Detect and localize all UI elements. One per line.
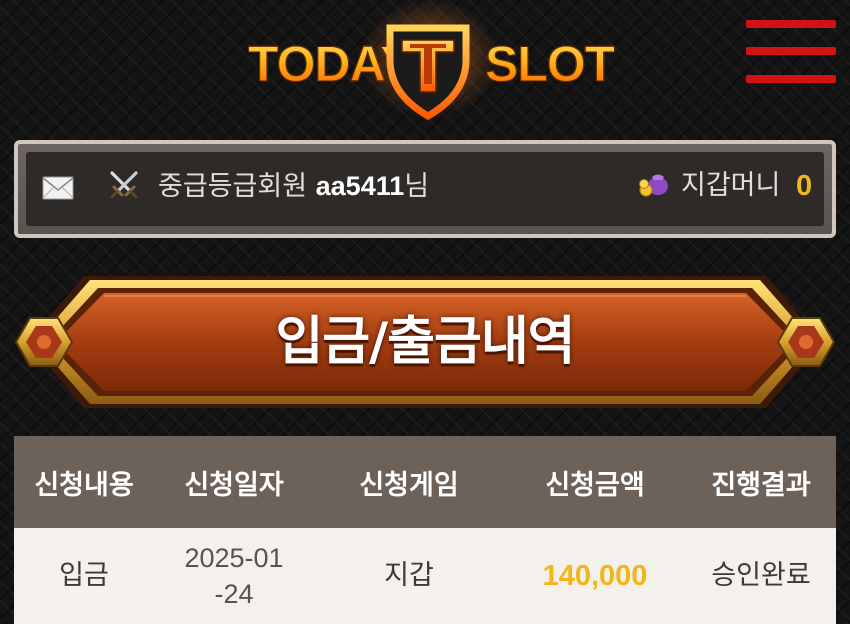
username: aa5411 bbox=[315, 171, 405, 201]
table-row[interactable]: 입금 2025-01-24 지갑 140,000 승인완료 bbox=[14, 528, 836, 624]
column-header-request-game: 신청게임 bbox=[314, 436, 504, 528]
cell-request-date: 2025-01-24 bbox=[154, 528, 314, 624]
column-header-request-amount: 신청금액 bbox=[504, 436, 686, 528]
page-title-banner: 입금/출금내역 bbox=[14, 272, 836, 412]
username-honorific: 님 bbox=[404, 171, 430, 202]
member-grade-label: 중급등급회원 bbox=[158, 171, 308, 202]
coin-bag-icon bbox=[639, 174, 668, 197]
column-header-request-type: 신청내용 bbox=[14, 436, 154, 528]
cell-request-game: 지갑 bbox=[314, 528, 504, 624]
user-info-bar: 중급등급회원 aa5411님 지갑머니 0 bbox=[14, 140, 836, 238]
site-logo[interactable]: TODAY SLOT bbox=[240, 0, 616, 124]
cell-request-type: 입금 bbox=[14, 528, 154, 624]
page-title: 입금/출금내역 bbox=[275, 312, 575, 372]
wallet-money-amount: 0 bbox=[796, 170, 813, 202]
column-header-progress-result: 진행결과 bbox=[686, 436, 836, 528]
hamburger-menu-button[interactable] bbox=[746, 18, 836, 88]
column-header-request-date: 신청일자 bbox=[154, 436, 314, 528]
cell-progress-result: 승인완료 bbox=[686, 528, 836, 624]
cell-request-amount: 140,000 bbox=[504, 528, 686, 624]
logo-text-right: SLOT bbox=[484, 36, 615, 93]
wallet-money-label: 지갑머니 bbox=[681, 170, 781, 201]
site-header: TODAY SLOT bbox=[0, 0, 850, 130]
table-header-row: 신청내용 신청일자 신청게임 신청금액 진행결과 bbox=[14, 436, 836, 528]
crossed-swords-icon bbox=[110, 171, 138, 199]
logo-emblem-icon bbox=[386, 24, 470, 120]
user-info-panel: 중급등급회원 aa5411님 지갑머니 0 bbox=[26, 152, 824, 226]
mail-envelope-icon[interactable] bbox=[42, 176, 74, 200]
member-grade-text: 중급등급회원 aa5411님 bbox=[158, 166, 429, 207]
deposit-withdrawal-history-table: 신청내용 신청일자 신청게임 신청금액 진행결과 입금 2025-01-24 지… bbox=[14, 436, 836, 624]
